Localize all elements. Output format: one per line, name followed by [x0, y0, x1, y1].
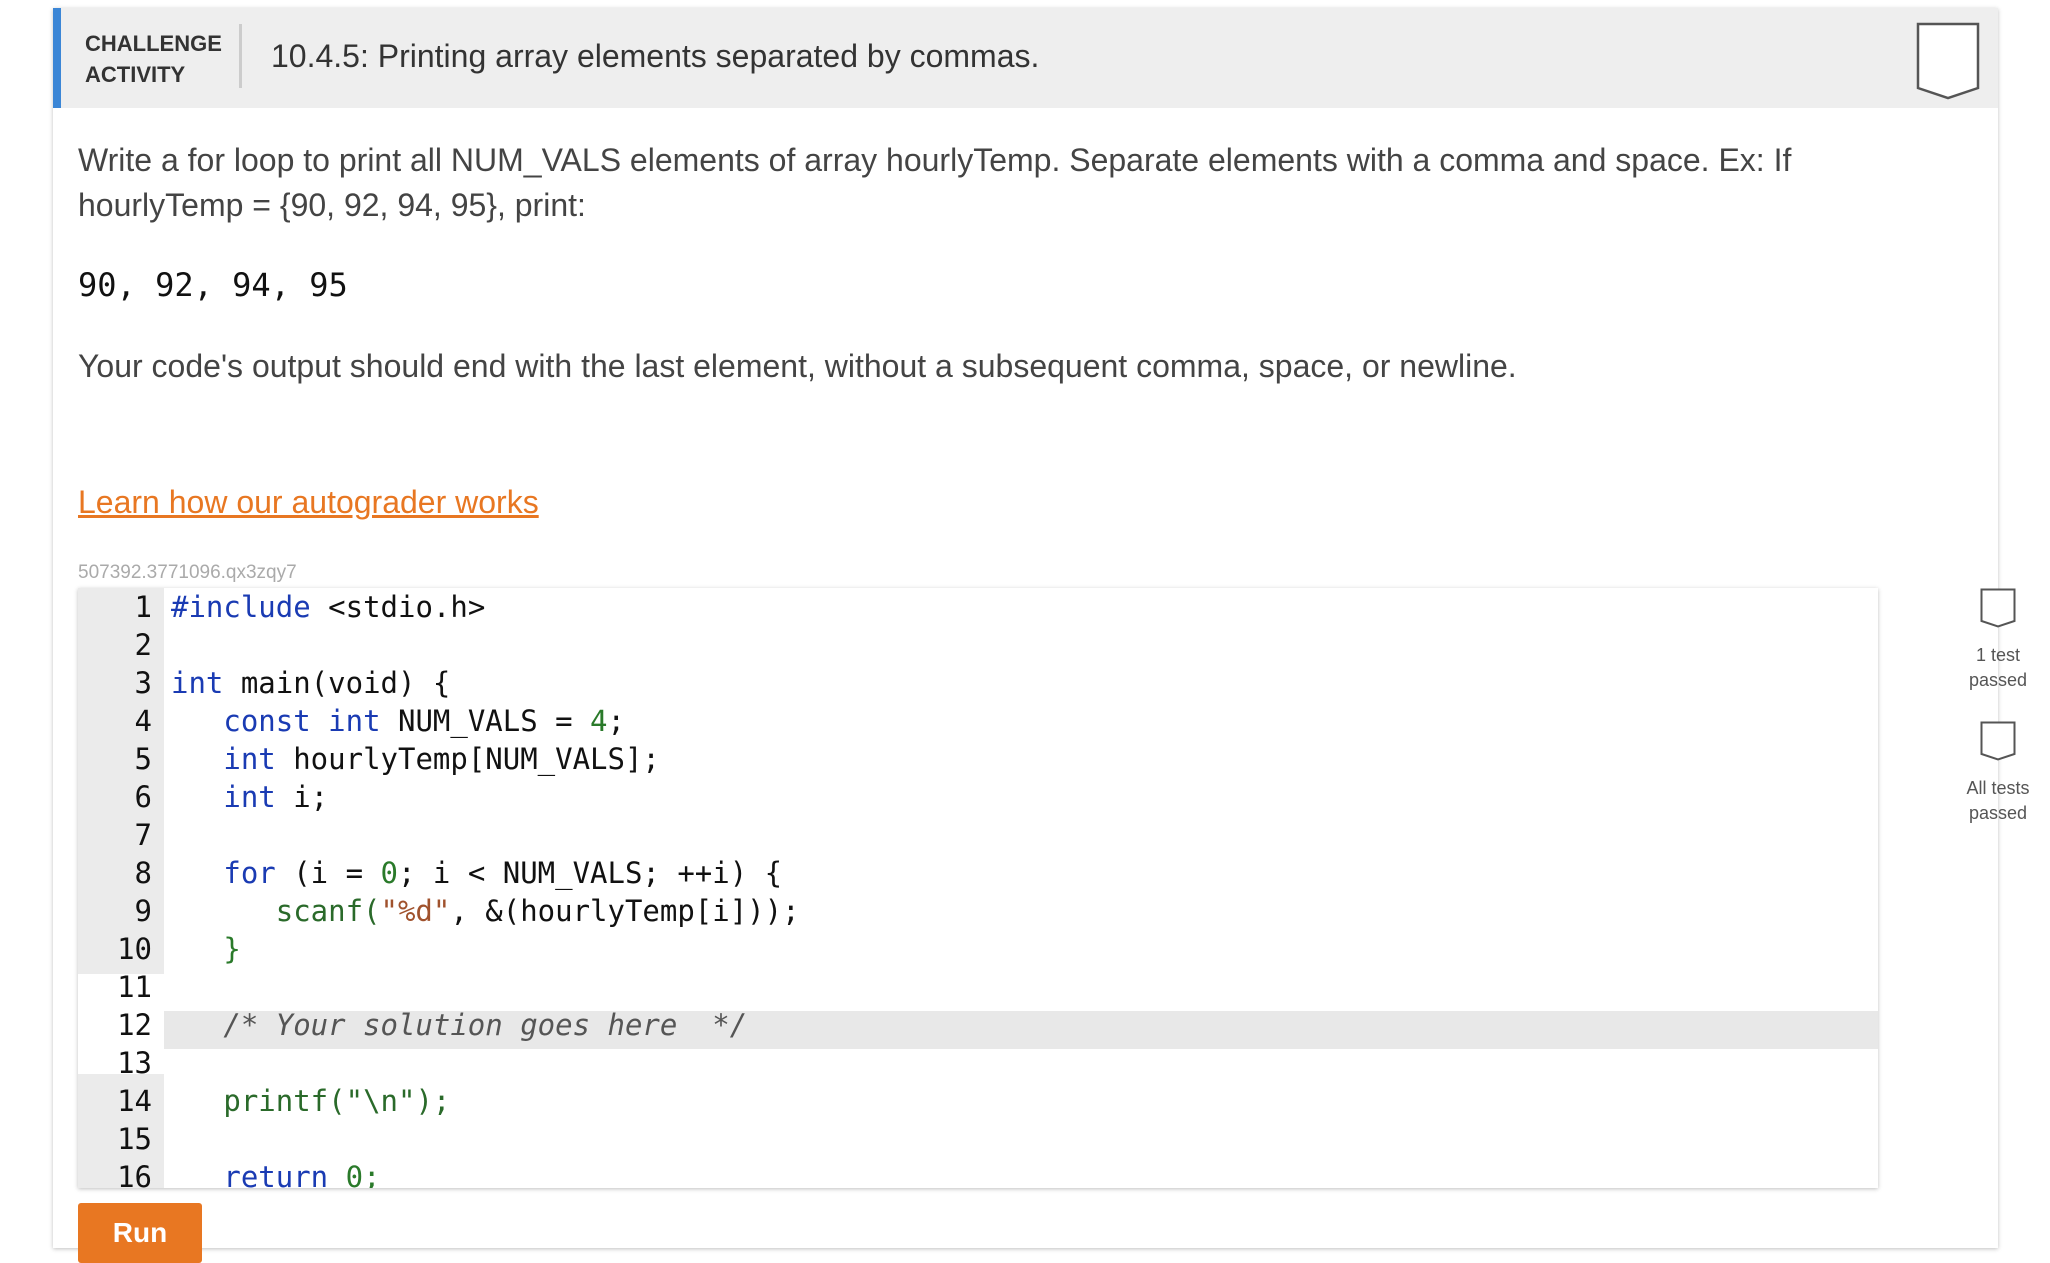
line-number: 7: [134, 818, 152, 852]
code-token: main(void) {: [223, 666, 451, 700]
prompt-text: Write a for loop to print all NUM_VALS e…: [78, 142, 1792, 223]
code-line[interactable]: 10 }: [78, 930, 1878, 968]
one-test-label: 1 test passed: [1953, 643, 2043, 693]
line-number: 6: [134, 780, 152, 814]
code-line[interactable]: 13: [78, 1044, 1878, 1082]
code-token: NUM_VALS =: [380, 704, 591, 738]
all-tests-label: All tests passed: [1953, 776, 2043, 826]
activity-type-line2: ACTIVITY: [85, 62, 186, 87]
all-tests-badge-icon: [1980, 721, 2016, 761]
code-token: printf(: [171, 1084, 346, 1118]
code-token: scanf(: [171, 894, 381, 928]
code-token: const: [171, 704, 311, 738]
code-token: <stdio.h>: [310, 590, 486, 624]
activity-id: 507392.3771096.qx3zqy7: [78, 562, 297, 583]
code-line[interactable]: 7: [78, 816, 1878, 854]
code-token: return: [171, 1160, 329, 1188]
code-token: int: [171, 742, 276, 776]
learn-autograder-link[interactable]: Learn how our autograder works: [78, 484, 539, 521]
code-token: , &(hourlyTemp[i]));: [450, 894, 800, 928]
code-line-active[interactable]: 12 /* Your solution goes here */: [78, 1006, 1878, 1044]
code-line[interactable]: 16 return 0;: [78, 1158, 1878, 1188]
line-number: 9: [134, 894, 152, 928]
completion-badge-icon: [1916, 22, 1980, 100]
code-line[interactable]: 6 int i;: [78, 778, 1878, 816]
code-line[interactable]: 5 int hourlyTemp[NUM_VALS];: [78, 740, 1878, 778]
code-token: ; i < NUM_VALS; ++i) {: [398, 856, 783, 890]
code-token: }: [171, 932, 241, 966]
one-test-label-line2: passed: [1968, 670, 2028, 690]
line-number: 2: [134, 628, 152, 662]
code-token: i;: [275, 780, 329, 814]
header-divider: [239, 24, 242, 88]
code-token: hourlyTemp[NUM_VALS];: [275, 742, 660, 776]
activity-type-label: CHALLENGE ACTIVITY: [85, 28, 225, 90]
all-tests-label-line2: passed: [1968, 803, 2028, 823]
code-token: );: [415, 1084, 451, 1118]
code-token: ;: [607, 704, 625, 738]
line-number: 15: [117, 1122, 152, 1156]
code-token: 0;: [328, 1160, 381, 1188]
code-token: #include: [171, 590, 311, 624]
test-status-panel: 1 test passed All tests passed: [1953, 588, 2043, 826]
code-token: "\n": [345, 1084, 416, 1118]
code-token: int: [310, 704, 381, 738]
code-token: 0: [380, 856, 398, 890]
all-tests-label-line1: All tests: [1966, 778, 2030, 798]
code-token: (i =: [275, 856, 381, 890]
code-line[interactable]: 2: [78, 626, 1878, 664]
line-number: 14: [117, 1084, 152, 1118]
code-token: int: [171, 780, 276, 814]
one-test-label-line1: 1 test: [1975, 645, 2021, 665]
line-number: 16: [117, 1160, 152, 1188]
line-number: 10: [117, 932, 152, 966]
line-number: 3: [134, 666, 152, 700]
challenge-activity-card: CHALLENGE ACTIVITY 10.4.5: Printing arra…: [53, 8, 2030, 1248]
line-number: 8: [134, 856, 152, 890]
code-token: 4: [590, 704, 608, 738]
code-line[interactable]: 14 printf("\n");: [78, 1082, 1878, 1120]
code-token: for: [171, 856, 276, 890]
code-line[interactable]: 15: [78, 1120, 1878, 1158]
code-comment: /* Your solution goes here */: [171, 1008, 748, 1042]
activity-title: 10.4.5: Printing array elements separate…: [271, 38, 1040, 74]
code-token: "%d": [380, 894, 451, 928]
code-token: int: [171, 666, 224, 700]
line-number: 13: [117, 1046, 152, 1080]
line-number: 4: [134, 704, 152, 738]
code-line[interactable]: 1 #include <stdio.h>: [78, 588, 1878, 626]
code-line[interactable]: 3 int main(void) {: [78, 664, 1878, 702]
output-note: Your code's output should end with the l…: [78, 348, 1517, 384]
code-editor[interactable]: 1 #include <stdio.h> 2 3 int main(void) …: [78, 588, 1878, 1188]
line-number: 12: [117, 1008, 152, 1042]
line-number: 11: [117, 970, 152, 1004]
line-number: 5: [134, 742, 152, 776]
run-button[interactable]: Run: [78, 1203, 202, 1263]
example-output: 90, 92, 94, 95: [78, 266, 348, 304]
one-test-badge-icon: [1980, 588, 2016, 628]
activity-type-line1: CHALLENGE: [85, 31, 222, 56]
code-line[interactable]: 4 const int NUM_VALS = 4;: [78, 702, 1878, 740]
code-line[interactable]: 8 for (i = 0; i < NUM_VALS; ++i) {: [78, 854, 1878, 892]
code-line[interactable]: 9 scanf("%d", &(hourlyTemp[i]));: [78, 892, 1878, 930]
code-line[interactable]: 11: [78, 968, 1878, 1006]
line-number: 1: [134, 590, 152, 624]
activity-header: CHALLENGE ACTIVITY 10.4.5: Printing arra…: [53, 8, 1998, 108]
